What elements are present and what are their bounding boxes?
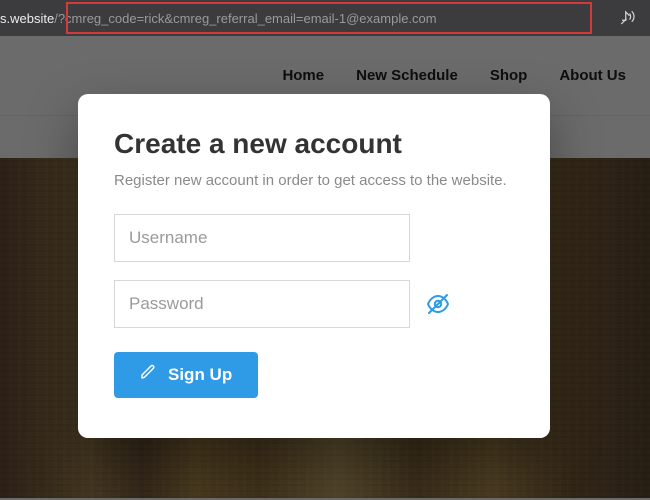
modal-title: Create a new account	[114, 128, 514, 160]
username-input[interactable]	[114, 214, 410, 262]
toggle-password-visibility-icon[interactable]	[424, 290, 452, 318]
signup-modal: Create a new account Register new accoun…	[78, 94, 550, 438]
username-row	[114, 214, 514, 262]
password-input[interactable]	[114, 280, 410, 328]
modal-subtitle: Register new account in order to get acc…	[114, 170, 514, 192]
browser-address-bar: s.website/?cmreg_code=rick&cmreg_referra…	[0, 0, 650, 36]
url-display[interactable]: s.website/?cmreg_code=rick&cmreg_referra…	[0, 5, 608, 31]
signup-button[interactable]: Sign Up	[114, 352, 258, 398]
page-viewport: Home New Schedule Shop About Us Create a…	[0, 36, 650, 500]
signup-button-label: Sign Up	[168, 365, 232, 385]
pencil-icon	[140, 364, 156, 385]
url-host: s.website	[0, 11, 54, 26]
url-path: /?cmreg_code=rick&cmreg_referral_email=e…	[54, 11, 436, 26]
read-aloud-icon[interactable]	[614, 4, 642, 32]
password-row	[114, 280, 514, 328]
